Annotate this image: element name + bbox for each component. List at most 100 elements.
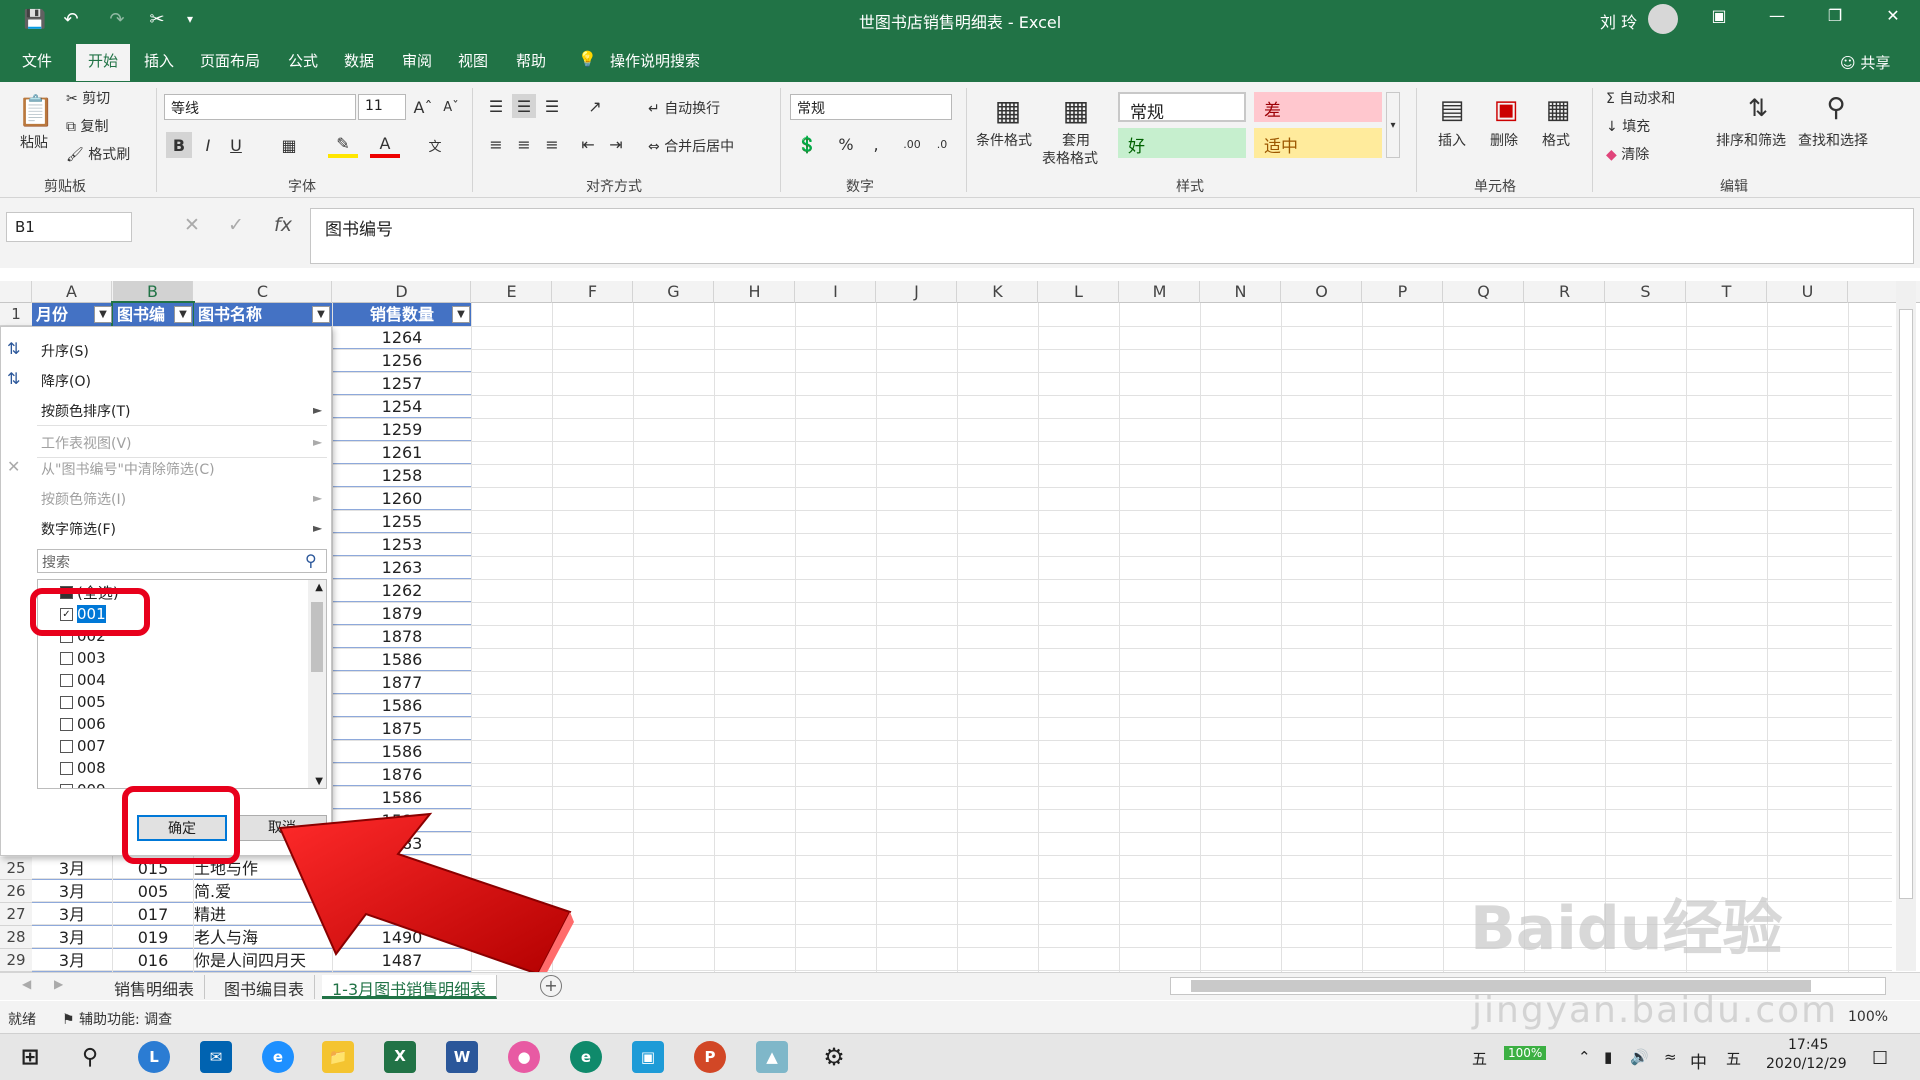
checkbox-icon[interactable] <box>60 717 73 731</box>
tab-review[interactable]: 审阅 <box>402 50 432 71</box>
column-header-b[interactable]: B <box>113 281 193 303</box>
align-middle-icon[interactable]: ☰ <box>512 94 536 118</box>
column-header-h[interactable]: H <box>715 281 795 303</box>
insert-cells-icon[interactable]: ▤ <box>1434 90 1470 130</box>
sort-filter-button[interactable]: 排序和筛选 <box>1716 130 1786 150</box>
scroll-down-icon[interactable]: ▼ <box>315 776 323 787</box>
filter-dropdown-button[interactable]: ▼ <box>94 306 112 323</box>
column-header-d[interactable]: D <box>333 281 471 303</box>
sales-qty-cell[interactable]: 1875 <box>333 717 471 740</box>
name-box[interactable]: B1 <box>6 212 132 242</box>
wifi-icon[interactable]: ≈ <box>1664 1048 1677 1066</box>
table-format-button-line1[interactable]: 套用 <box>1062 130 1090 150</box>
chevron-up-icon[interactable]: ⌃ <box>1578 1048 1591 1066</box>
sales-qty-cell[interactable]: 1879 <box>333 602 471 625</box>
sort-by-color-item[interactable]: 按颜色排序(T) <box>41 401 130 421</box>
book-id-cell[interactable]: 016 <box>113 949 193 972</box>
format-painter-button[interactable]: 🖌 格式刷 <box>66 144 130 164</box>
sales-qty-cell[interactable]: 1260 <box>333 487 471 510</box>
ime-input-icon[interactable]: 五 <box>1726 1048 1741 1069</box>
zoom-level[interactable]: 100% <box>1848 1009 1888 1025</box>
column-header-n[interactable]: N <box>1201 281 1281 303</box>
column-header-p[interactable]: P <box>1363 281 1443 303</box>
ime-mode-icon[interactable]: 五 <box>1472 1048 1487 1069</box>
row-header[interactable]: 26 <box>0 880 32 903</box>
fill-color-icon[interactable]: ✎ <box>328 132 358 158</box>
volume-icon[interactable]: 🔊 <box>1630 1048 1649 1066</box>
comma-icon[interactable]: , <box>864 132 888 156</box>
style-neutral[interactable]: 适中 <box>1254 128 1382 158</box>
select-all-corner[interactable] <box>0 281 32 303</box>
grow-font-icon[interactable]: Aˆ <box>412 94 434 120</box>
row-header[interactable]: 25 <box>0 857 32 880</box>
checkbox-icon[interactable] <box>60 673 73 687</box>
conditional-format-icon[interactable]: ▦ <box>988 90 1028 130</box>
browser-e-icon[interactable]: e <box>262 1041 294 1073</box>
filter-value-item[interactable]: 006 <box>60 714 106 734</box>
format-cells-button[interactable]: 格式 <box>1542 130 1570 150</box>
month-cell[interactable]: 3月 <box>32 949 112 972</box>
shrink-font-icon[interactable]: Aˇ <box>440 94 462 120</box>
sales-qty-cell[interactable]: 1586 <box>333 694 471 717</box>
increase-indent-icon[interactable]: ⇥ <box>604 132 628 156</box>
search-icon[interactable]: ⚲ <box>74 1041 106 1073</box>
number-format-select[interactable]: 常规 <box>790 94 952 120</box>
app-icon-teal[interactable]: ▲ <box>756 1041 788 1073</box>
tab-home[interactable]: 开始 <box>76 44 131 81</box>
column-header-q[interactable]: Q <box>1444 281 1524 303</box>
merge-center-button[interactable]: ⇔ 合并后居中 <box>648 136 734 156</box>
notification-icon[interactable]: ☐ <box>1872 1048 1888 1069</box>
sales-qty-cell[interactable]: 1263 <box>333 556 471 579</box>
column-header-g[interactable]: G <box>634 281 714 303</box>
edge-icon[interactable]: e <box>570 1041 602 1073</box>
column-header-j[interactable]: J <box>877 281 957 303</box>
sheet-tab[interactable]: 销售明细表 <box>104 975 206 999</box>
checkbox-icon[interactable] <box>60 651 73 665</box>
align-bottom-icon[interactable]: ☰ <box>540 94 564 118</box>
file-explorer-icon[interactable]: 📁 <box>322 1041 354 1073</box>
sales-qty-cell[interactable]: 1878 <box>333 625 471 648</box>
settings-gear-icon[interactable]: ⚙ <box>818 1041 850 1073</box>
close-icon[interactable]: ✕ <box>1878 6 1908 32</box>
copy-button[interactable]: ⧉ 复制 <box>66 116 108 136</box>
format-cells-icon[interactable]: ▦ <box>1540 90 1576 130</box>
decrease-indent-icon[interactable]: ⇤ <box>576 132 600 156</box>
sales-qty-cell[interactable]: 1877 <box>333 671 471 694</box>
sales-qty-cell[interactable]: 1262 <box>333 579 471 602</box>
sales-qty-cell[interactable]: 1876 <box>333 763 471 786</box>
share-button[interactable]: ☺ 共享 <box>1840 52 1890 73</box>
excel-icon[interactable]: X <box>384 1041 416 1073</box>
filter-value-item[interactable]: 005 <box>60 692 106 712</box>
month-cell[interactable]: 3月 <box>32 903 112 926</box>
month-cell[interactable]: 3月 <box>32 880 112 903</box>
checkbox-icon[interactable] <box>60 783 73 788</box>
sales-qty-cell[interactable]: 1259 <box>333 418 471 441</box>
table-format-icon[interactable]: ▦ <box>1056 90 1096 130</box>
prev-sheet-icon[interactable]: ◀ <box>22 977 31 991</box>
row-header[interactable]: 27 <box>0 903 32 926</box>
underline-button[interactable]: U <box>224 132 248 158</box>
app-icon-l[interactable]: L <box>138 1041 170 1073</box>
style-good[interactable]: 好 <box>1118 128 1246 158</box>
windows-start-icon[interactable]: ⊞ <box>14 1041 46 1073</box>
sales-qty-cell[interactable]: 1586 <box>333 786 471 809</box>
row-header[interactable]: 1 <box>0 303 32 326</box>
column-header-e[interactable]: E <box>472 281 552 303</box>
sales-qty-cell[interactable]: 1258 <box>333 464 471 487</box>
style-bad[interactable]: 差 <box>1254 92 1382 122</box>
function-icon[interactable]: fx <box>274 214 292 236</box>
clear-filter-item[interactable]: 从"图书编号"中清除筛选(C) <box>41 459 215 479</box>
table-format-button-line2[interactable]: 表格格式 <box>1042 148 1098 168</box>
tab-data[interactable]: 数据 <box>344 50 374 71</box>
ime-language[interactable]: 中 <box>1690 1048 1707 1073</box>
sales-qty-cell[interactable]: 1257 <box>333 372 471 395</box>
ribbon-display-icon[interactable]: ▣ <box>1704 6 1734 32</box>
borders-icon[interactable]: ▦ <box>274 132 304 158</box>
sort-filter-icon[interactable]: ⇅ <box>1738 88 1778 128</box>
battery-indicator[interactable]: 100% <box>1504 1046 1547 1060</box>
percent-icon[interactable]: % <box>834 132 858 156</box>
filter-dropdown-button[interactable]: ▼ <box>452 306 470 323</box>
formula-input[interactable]: 图书编号 <box>310 208 1914 264</box>
enter-icon[interactable]: ✓ <box>228 214 244 236</box>
accessibility-status[interactable]: ⚑ 辅助功能: 调查 <box>62 1009 172 1029</box>
